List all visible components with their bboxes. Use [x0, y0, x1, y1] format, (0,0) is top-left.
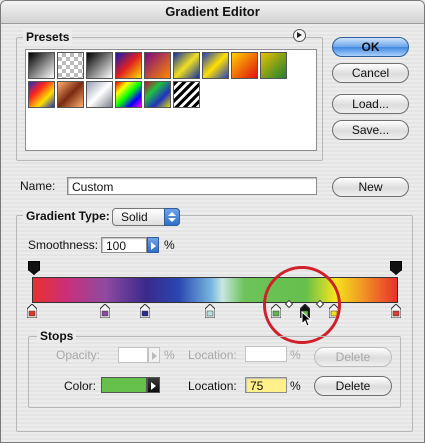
- load-button[interactable]: Load...: [332, 94, 409, 114]
- delete-color-stop-button[interactable]: Delete: [314, 376, 392, 396]
- location2-field[interactable]: 75: [245, 377, 287, 393]
- color-swatch[interactable]: [101, 377, 147, 393]
- preset-swatch[interactable]: [28, 81, 55, 108]
- triangle-right-icon: [152, 352, 157, 360]
- color-stop[interactable]: [26, 303, 38, 319]
- cancel-button[interactable]: Cancel: [332, 63, 409, 83]
- gradient-type-select[interactable]: Solid: [112, 208, 180, 226]
- opacity-slider-button[interactable]: [148, 347, 160, 363]
- stops-label: Stops: [37, 329, 77, 343]
- preset-swatch[interactable]: [57, 81, 84, 108]
- preset-swatch[interactable]: [173, 52, 200, 79]
- smoothness-slider-button[interactable]: [147, 237, 159, 253]
- triangle-right-icon: [151, 242, 156, 250]
- select-arrows-icon: [164, 208, 180, 226]
- delete-opacity-stop-button[interactable]: Delete: [314, 347, 392, 367]
- color-stops-track: [26, 303, 402, 324]
- menu-arrow-icon: [297, 32, 302, 38]
- gradient-type-label: Gradient Type:: [23, 209, 113, 223]
- window-title: Gradient Editor: [1, 1, 424, 24]
- smoothness-field[interactable]: 100: [101, 237, 147, 253]
- opacity-label: Opacity:: [56, 348, 101, 362]
- ok-button[interactable]: OK: [332, 37, 409, 57]
- preset-swatch[interactable]: [115, 52, 142, 79]
- highlight-circle: [263, 266, 341, 344]
- presets-menu-button[interactable]: [293, 29, 306, 42]
- gradient-editor-window: Gradient Editor Presets OK Cancel Load..…: [0, 0, 425, 443]
- preset-swatch[interactable]: [202, 52, 229, 79]
- location1-field[interactable]: [245, 346, 287, 362]
- mouse-cursor-icon: [301, 310, 313, 327]
- color-menu-button[interactable]: [147, 377, 160, 393]
- location1-label: Location:: [188, 348, 237, 362]
- preset-swatch[interactable]: [86, 52, 113, 79]
- preset-swatch[interactable]: [173, 81, 200, 108]
- preset-swatch[interactable]: [144, 81, 171, 108]
- location1-unit: %: [290, 348, 301, 362]
- color-label: Color:: [64, 379, 97, 393]
- opacity-field[interactable]: [118, 347, 148, 363]
- triangle-right-icon: [151, 382, 156, 390]
- save-button[interactable]: Save...: [332, 120, 409, 140]
- preset-swatch[interactable]: [231, 52, 258, 79]
- name-label: Name:: [20, 179, 56, 193]
- presets-panel: [25, 49, 317, 151]
- gradient-type-value: Solid: [121, 210, 148, 224]
- color-stop[interactable]: [204, 303, 216, 319]
- smoothness-unit: %: [164, 238, 175, 252]
- color-stop[interactable]: [139, 303, 151, 319]
- preset-swatch[interactable]: [144, 52, 171, 79]
- preset-swatch[interactable]: [260, 52, 287, 79]
- presets-grid: [28, 52, 314, 148]
- preset-swatch[interactable]: [86, 81, 113, 108]
- presets-label: Presets: [23, 30, 73, 44]
- color-stop[interactable]: [390, 303, 402, 319]
- opacity-unit: %: [164, 348, 175, 362]
- location2-label: Location:: [188, 379, 237, 393]
- new-button[interactable]: New: [332, 177, 409, 197]
- preset-swatch[interactable]: [115, 81, 142, 108]
- name-field[interactable]: Custom: [67, 177, 317, 195]
- smoothness-label: Smoothness:: [28, 238, 99, 252]
- preset-swatch[interactable]: [28, 52, 55, 79]
- gradient-bar[interactable]: [32, 277, 398, 303]
- color-stop[interactable]: [99, 303, 111, 319]
- location2-unit: %: [290, 379, 301, 393]
- preset-swatch[interactable]: [57, 52, 84, 79]
